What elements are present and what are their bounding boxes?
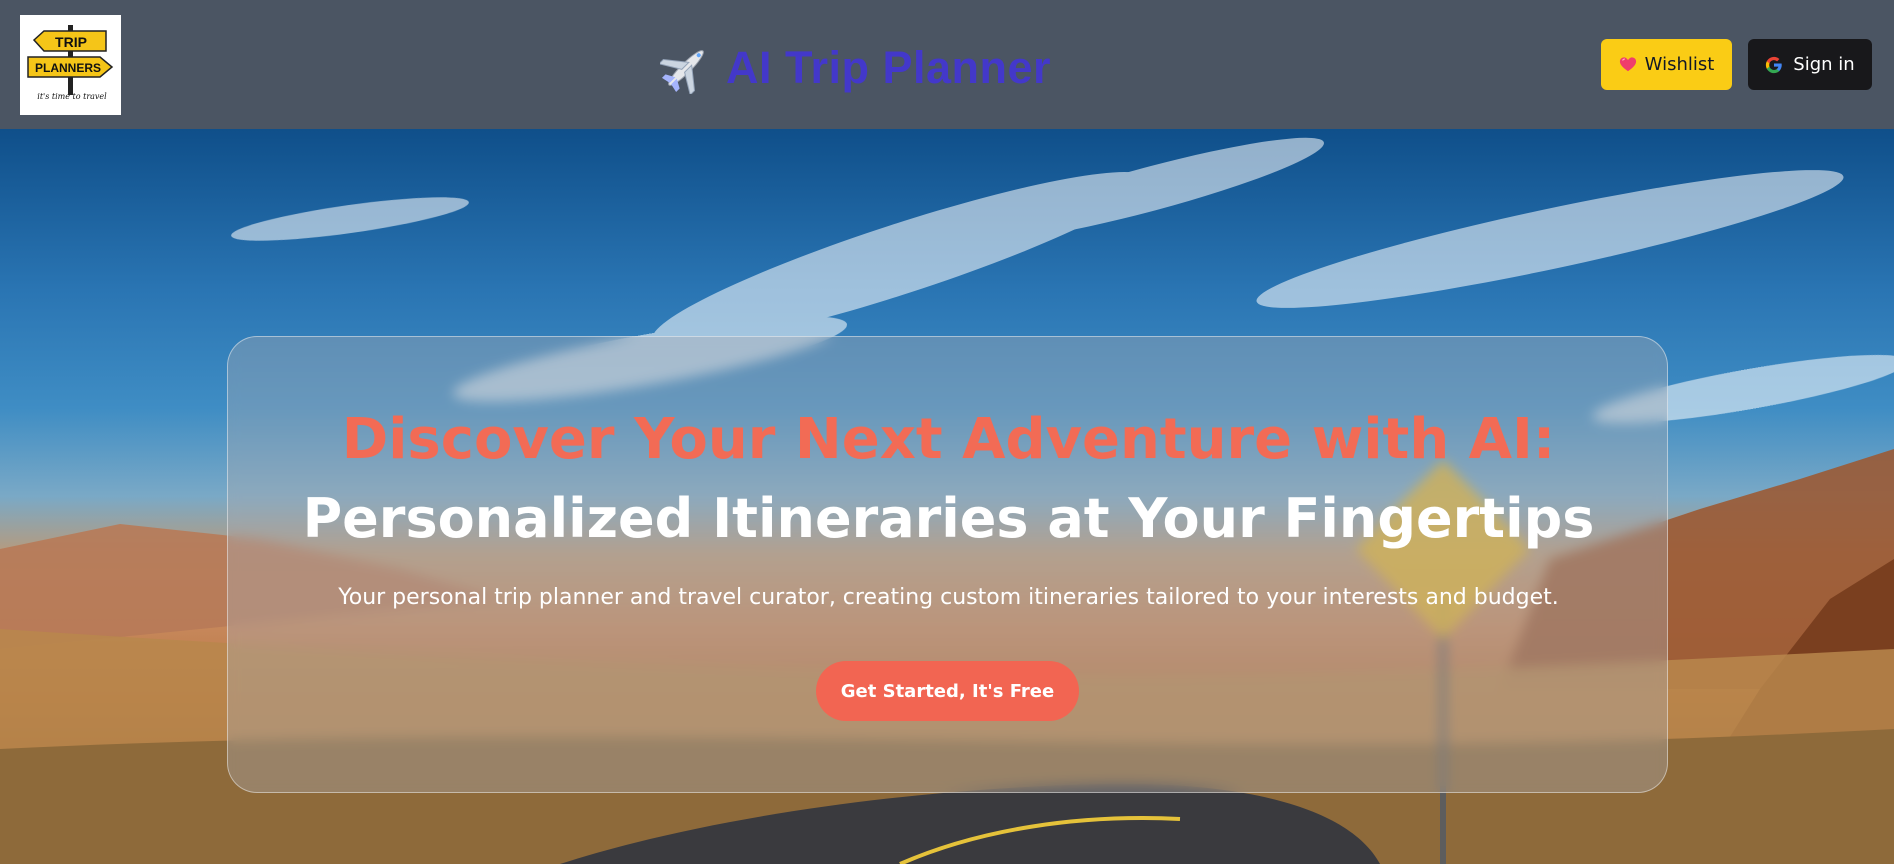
sign-in-label: Sign in: [1793, 54, 1855, 75]
hero-subtitle: Your personal trip planner and travel cu…: [338, 585, 1559, 610]
svg-text:PLANNERS: PLANNERS: [35, 61, 101, 75]
wishlist-label: Wishlist: [1644, 54, 1715, 75]
hero-headline: Personalized Itineraries at Your Fingert…: [302, 487, 1595, 550]
airplane-icon: [660, 50, 704, 94]
google-icon: [1766, 56, 1783, 73]
heart-icon: [1619, 56, 1636, 71]
brand[interactable]: AI Trip Planner: [660, 38, 1051, 98]
brand-title: AI Trip Planner: [726, 42, 1052, 93]
hero-section: Discover Your Next Adventure with AI: Pe…: [0, 129, 1894, 864]
get-started-button[interactable]: Get Started, It's Free: [816, 661, 1079, 721]
wishlist-button[interactable]: Wishlist: [1601, 39, 1732, 90]
svg-text:TRIP: TRIP: [55, 34, 87, 50]
sign-in-button[interactable]: Sign in: [1748, 39, 1872, 90]
logo-tagline: it's time to travel: [37, 92, 107, 101]
hero-card: Discover Your Next Adventure with AI: Pe…: [227, 336, 1668, 793]
top-nav: TRIP PLANNERS it's time to travel AI Tri…: [0, 0, 1894, 129]
hero-headline-accent: Discover Your Next Adventure with AI:: [341, 407, 1556, 472]
trip-planners-logo[interactable]: TRIP PLANNERS it's time to travel: [20, 15, 121, 115]
